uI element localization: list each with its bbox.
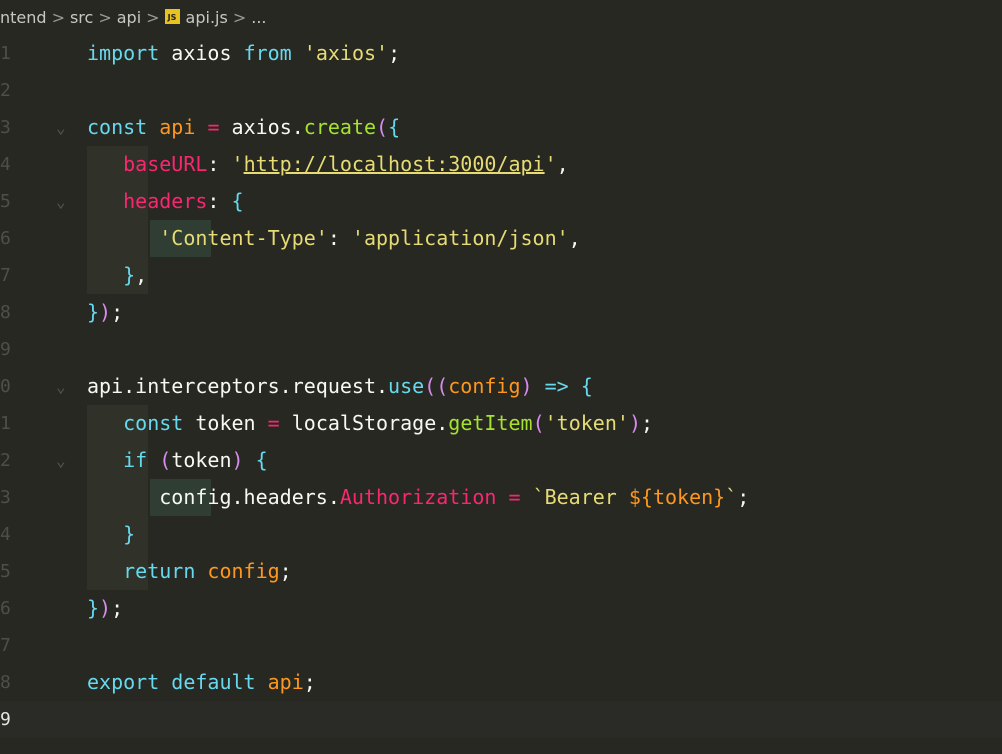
fold-chevron-icon[interactable]: ⌄ (56, 442, 66, 479)
breadcrumb-item-symbols[interactable]: ... (251, 8, 266, 27)
line-content: }); (87, 596, 124, 620)
line-number: 3 (0, 117, 11, 138)
breadcrumb-separator: > (232, 8, 247, 27)
line-number: 8 (0, 672, 11, 693)
code-line[interactable]: 8 }); (0, 294, 1002, 331)
line-number: 3 (0, 487, 11, 508)
breadcrumb-item-folder[interactable]: ntend (0, 8, 47, 27)
line-content: headers: { (123, 189, 244, 213)
line-content: return config; (123, 559, 292, 583)
code-line[interactable]: 5 return config; (0, 553, 1002, 590)
line-number: 1 (0, 413, 11, 434)
line-number: 2 (0, 450, 11, 471)
line-number: 8 (0, 302, 11, 323)
line-number: 5 (0, 561, 11, 582)
code-line[interactable]: 7 }, (0, 257, 1002, 294)
line-number: 7 (0, 635, 11, 656)
line-number: 6 (0, 598, 11, 619)
breadcrumb-separator: > (51, 8, 65, 27)
code-line[interactable]: 9 (0, 331, 1002, 368)
line-content: const token = localStorage.getItem('toke… (123, 411, 654, 435)
line-content: baseURL: 'http://localhost:3000/api', (123, 152, 569, 176)
line-number-active: 9 (0, 709, 11, 730)
line-number: 5 (0, 191, 11, 212)
breadcrumb: ntend > src > api > JS api.js > ... (0, 0, 1002, 35)
line-content: config.headers.Authorization = `Bearer $… (159, 485, 750, 509)
line-content: export default api; (87, 670, 316, 694)
line-content: const api = axios.create({ (87, 115, 401, 139)
breadcrumb-item-api[interactable]: api (117, 8, 141, 27)
code-line[interactable]: 8 export default api; (0, 664, 1002, 701)
code-line[interactable]: 2 (0, 72, 1002, 109)
breadcrumb-item-file[interactable]: api.js (186, 8, 228, 27)
fold-chevron-icon[interactable]: ⌄ (56, 183, 66, 220)
code-line[interactable]: 0 ⌄ api.interceptors.request.use((config… (0, 368, 1002, 405)
line-content: }, (123, 263, 148, 287)
code-line[interactable]: 7 (0, 627, 1002, 664)
breadcrumb-item-src[interactable]: src (70, 8, 93, 27)
line-content: import axios from 'axios'; (87, 41, 401, 65)
line-number: 2 (0, 80, 11, 101)
code-line[interactable]: 2 ⌄ if (token) { (0, 442, 1002, 479)
code-area[interactable]: 1 import axios from 'axios'; 2 3 ⌄ const… (0, 35, 1002, 738)
line-content: } (123, 522, 136, 546)
line-content: 'Content-Type': 'application/json', (159, 226, 581, 250)
line-content: }); (87, 300, 124, 324)
line-number: 1 (0, 43, 11, 64)
code-line-current[interactable]: 9 (0, 701, 1002, 738)
code-line[interactable]: 3 ⌄ const api = axios.create({ (0, 109, 1002, 146)
line-content: api.interceptors.request.use((config) =>… (87, 374, 593, 398)
code-line[interactable]: 4 baseURL: 'http://localhost:3000/api', (0, 146, 1002, 183)
javascript-file-icon: JS (164, 9, 180, 24)
line-number: 4 (0, 524, 11, 545)
line-content: if (token) { (123, 448, 268, 472)
line-number: 4 (0, 154, 11, 175)
line-number: 0 (0, 376, 11, 397)
fold-chevron-icon[interactable]: ⌄ (56, 109, 66, 146)
code-line[interactable]: 1 const token = localStorage.getItem('to… (0, 405, 1002, 442)
line-number: 6 (0, 228, 11, 249)
code-line[interactable]: 3 config.headers.Authorization = `Bearer… (0, 479, 1002, 516)
line-number: 7 (0, 265, 11, 286)
breadcrumb-separator: > (146, 8, 160, 27)
breadcrumb-separator: > (98, 8, 112, 27)
line-number: 9 (0, 339, 11, 360)
code-line[interactable]: 5 ⌄ headers: { (0, 183, 1002, 220)
code-line[interactable]: 6 }); (0, 590, 1002, 627)
fold-chevron-icon[interactable]: ⌄ (56, 368, 66, 405)
code-line[interactable]: 1 import axios from 'axios'; (0, 35, 1002, 72)
code-editor[interactable]: ntend > src > api > JS api.js > ... 1 im… (0, 0, 1002, 754)
code-line[interactable]: 4 } (0, 516, 1002, 553)
code-line[interactable]: 6 'Content-Type': 'application/json', (0, 220, 1002, 257)
